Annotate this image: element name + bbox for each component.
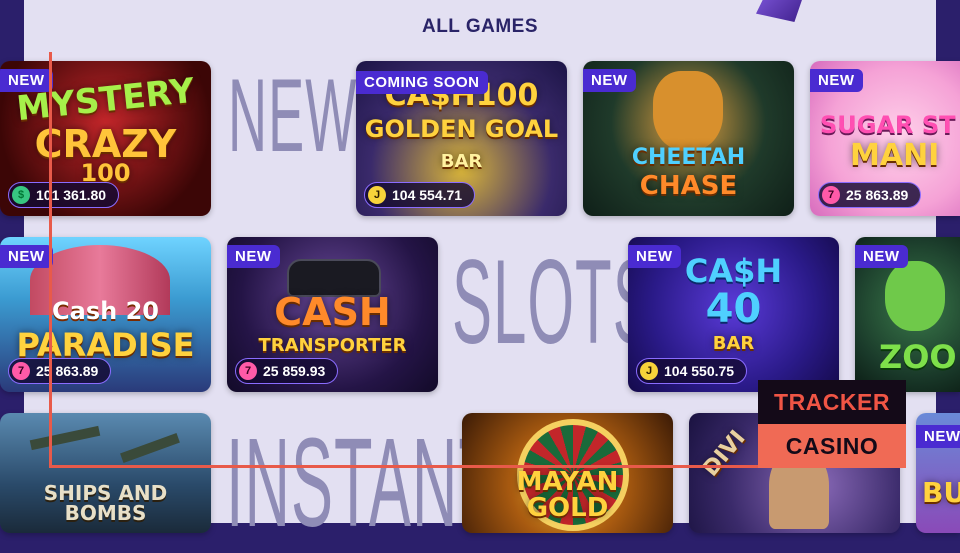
new-badge: NEW	[916, 425, 960, 448]
game-logo: MANI	[850, 138, 940, 173]
game-logo: CHASE	[639, 171, 738, 201]
coin-icon: J	[640, 362, 658, 380]
plane-icon	[120, 433, 180, 463]
jackpot-counter: 7 25 863.89	[818, 182, 922, 208]
tracker-frame-horizontal	[49, 465, 758, 468]
game-logo: BU	[922, 476, 960, 509]
game-tile-cash20-paradise[interactable]: Cash 20 PARADISE NEW 7 25 863.89	[0, 237, 211, 392]
game-logo: CRAZY	[34, 122, 177, 166]
game-logo: SUGAR ST	[820, 111, 956, 139]
plane-icon	[29, 425, 101, 451]
jackpot-value: 25 859.93	[263, 363, 326, 379]
jackpot-counter: 7 25 859.93	[235, 358, 339, 384]
game-logo: PARADISE	[16, 326, 195, 364]
coin-icon: 7	[12, 362, 30, 380]
casino-text: CASINO	[758, 424, 906, 468]
game-tile-cash100-golden-goal[interactable]: CA$H100 GOLDEN GOAL BAR COMING SOON J 10…	[356, 61, 567, 216]
bg-word-slots: SLOTS	[452, 235, 654, 369]
jackpot-value: 101 361.80	[36, 187, 107, 203]
coin-icon: 7	[822, 186, 840, 204]
new-badge: NEW	[628, 245, 681, 268]
coin-icon: $	[12, 186, 30, 204]
new-badge: NEW	[583, 69, 636, 92]
coin-icon: 7	[239, 362, 257, 380]
game-tile-zombie[interactable]: ZOO NEW	[855, 237, 960, 392]
new-badge: NEW	[855, 245, 908, 268]
new-badge: NEW	[0, 245, 53, 268]
game-logo: ZOO	[879, 338, 957, 376]
bg-word-new: NEW	[228, 58, 358, 174]
jackpot-counter: $ 101 361.80	[8, 182, 120, 208]
jackpot-value: 104 554.71	[392, 187, 463, 203]
tracker-text: TRACKER	[758, 380, 906, 424]
new-badge: NEW	[0, 69, 53, 92]
jackpot-counter: J 104 554.71	[364, 182, 476, 208]
jackpot-counter: J 104 550.75	[636, 358, 748, 384]
game-logo: GOLDEN GOAL	[364, 115, 559, 143]
game-logo: BAR	[712, 333, 755, 354]
game-tile-mystery-crazy-100[interactable]: MYSTERY CRAZY 100 NEW $ 101 361.80	[0, 61, 211, 216]
tracker-frame-vertical	[49, 52, 52, 468]
jackpot-value: 25 863.89	[36, 363, 99, 379]
game-logo: SHIPS AND BOMBS	[43, 481, 168, 525]
game-tile-sugar-storm-mania[interactable]: SUGAR ST MANI NEW 7 25 863.89	[810, 61, 960, 216]
jackpot-counter: 7 25 863.89	[8, 358, 112, 384]
coming-soon-badge: COMING SOON	[356, 71, 488, 94]
game-logo: CASH	[274, 290, 391, 334]
new-badge: NEW	[227, 245, 280, 268]
cheetah-icon	[653, 71, 723, 151]
game-tile-mayan-gold[interactable]: MAYAN GOLD	[462, 413, 673, 533]
tracker-casino-logo: TRACKER CASINO	[758, 380, 906, 470]
jackpot-value: 104 550.75	[664, 363, 735, 379]
game-logo: BAR	[440, 151, 483, 172]
game-logo: TRANSPORTER	[258, 335, 407, 356]
game-logo: Cash 20	[52, 297, 159, 325]
game-tile-bu[interactable]: BU NEW	[916, 413, 960, 533]
page-title: ALL GAMES	[421, 16, 539, 37]
game-tile-ships-and-bombs[interactable]: SHIPS AND BOMBS	[0, 413, 211, 533]
jackpot-value: 25 863.89	[846, 187, 909, 203]
game-tile-cheetah-chase[interactable]: CHEETAH CHASE NEW	[583, 61, 794, 216]
game-logo: MAYAN	[516, 467, 619, 497]
bg-word-instant: INSTANT	[226, 412, 498, 553]
game-logo: DIVI	[698, 425, 751, 482]
game-tile-cash40[interactable]: CA$H 40 BAR NEW J 104 550.75	[628, 237, 839, 392]
zombie-icon	[885, 261, 945, 331]
game-tile-cash-transporter[interactable]: CASH TRANSPORTER NEW 7 25 859.93	[227, 237, 438, 392]
game-logo: GOLD	[526, 493, 609, 523]
coin-icon: J	[368, 186, 386, 204]
new-badge: NEW	[810, 69, 863, 92]
game-logo: CHEETAH	[631, 145, 746, 170]
game-logo: 40	[705, 286, 762, 332]
